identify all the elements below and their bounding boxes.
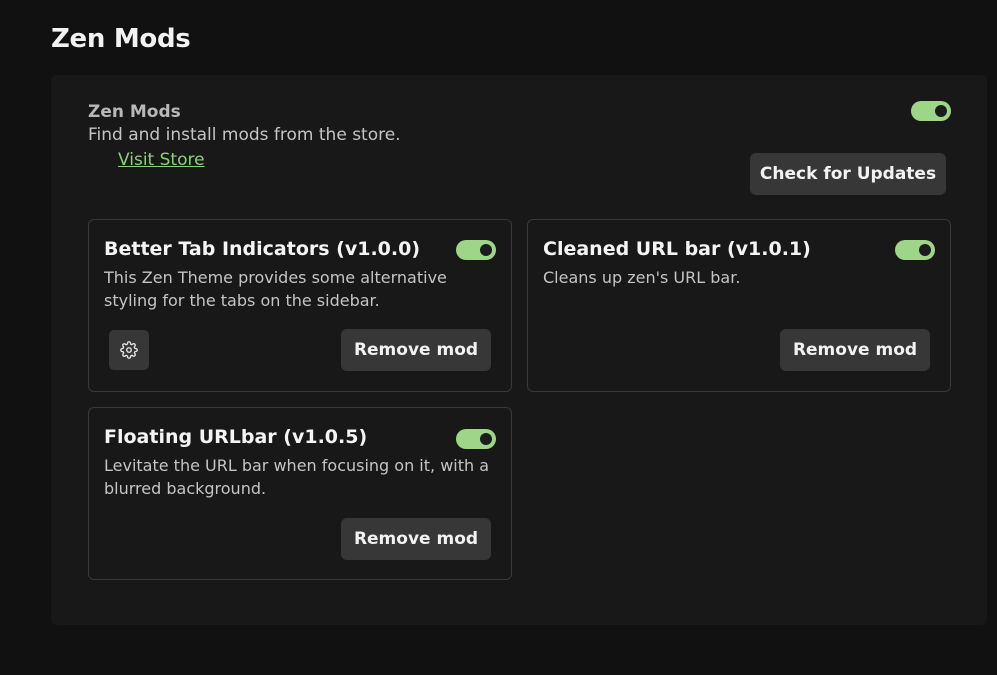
mod-enabled-toggle[interactable] (456, 429, 496, 449)
page-title: Zen Mods (51, 24, 191, 54)
section-title: Zen Mods (88, 102, 181, 122)
mod-description: This Zen Theme provides some alternative… (104, 268, 447, 310)
visit-store-link[interactable]: Visit Store (118, 150, 205, 170)
mod-name: Cleaned URL bar (v1.0.1) (543, 238, 811, 260)
mod-card-cleaned-url-bar: Cleaned URL bar (v1.0.1) Cleans up zen's… (527, 219, 951, 392)
toggle-knob (935, 105, 947, 117)
mod-card-floating-urlbar: Floating URLbar (v1.0.5) Levitate the UR… (88, 407, 512, 580)
toggle-knob (480, 433, 492, 445)
mod-description: Levitate the URL bar when focusing on it… (104, 456, 490, 498)
mods-enabled-toggle[interactable] (911, 101, 951, 121)
mod-description: Cleans up zen's URL bar. (543, 268, 741, 287)
remove-mod-button[interactable]: Remove mod (780, 329, 930, 371)
remove-mod-button[interactable]: Remove mod (341, 518, 491, 560)
check-for-updates-button[interactable]: Check for Updates (750, 153, 946, 195)
mod-name: Better Tab Indicators (v1.0.0) (104, 238, 421, 260)
section-description: Find and install mods from the store. (88, 125, 401, 145)
mod-enabled-toggle[interactable] (456, 240, 496, 260)
remove-mod-button[interactable]: Remove mod (341, 329, 491, 371)
mod-enabled-toggle[interactable] (895, 240, 935, 260)
mod-card-better-tab-indicators: Better Tab Indicators (v1.0.0) This Zen … (88, 219, 512, 392)
toggle-knob (480, 244, 492, 256)
mod-name: Floating URLbar (v1.0.5) (104, 426, 368, 448)
mod-settings-button[interactable] (109, 330, 149, 370)
mods-panel: Zen Mods Find and install mods from the … (51, 75, 987, 625)
gear-icon (120, 341, 138, 359)
toggle-knob (919, 244, 931, 256)
